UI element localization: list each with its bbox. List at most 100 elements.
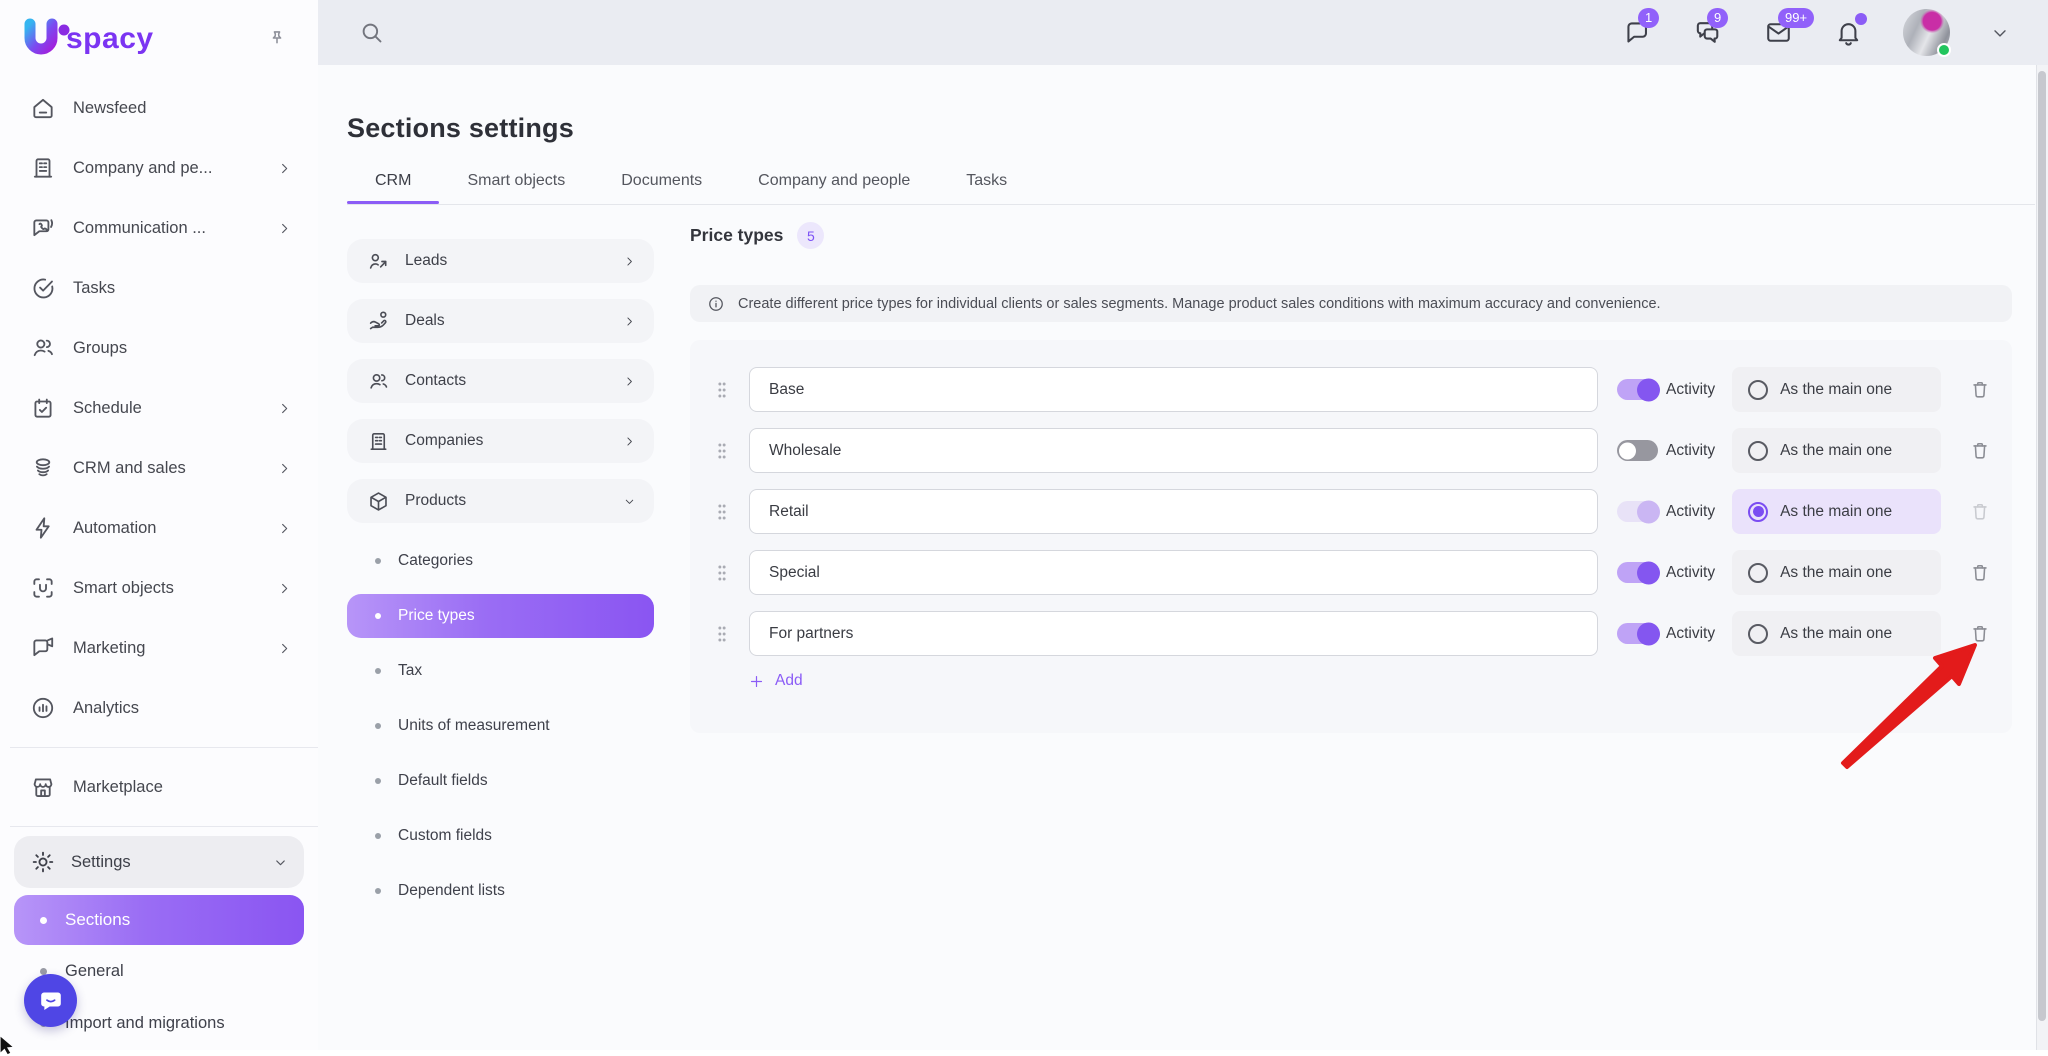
tab-tasks[interactable]: Tasks bbox=[938, 158, 1035, 204]
sidebar-item-smart-objects[interactable]: Smart objects bbox=[0, 558, 318, 618]
activity-toggle[interactable] bbox=[1617, 501, 1658, 522]
mail-icon[interactable]: 99+ bbox=[1763, 18, 1794, 47]
scrollbar-track[interactable] bbox=[2036, 65, 2048, 1050]
building-icon bbox=[30, 155, 56, 181]
subnav-cards: Leads Deals Contacts Companies Products bbox=[347, 239, 654, 523]
sidebar-item-company-and-pe[interactable]: Company and pe... bbox=[0, 138, 318, 198]
activity-label: Activity bbox=[1666, 625, 1715, 643]
subnav-card-products[interactable]: Products bbox=[347, 479, 654, 523]
price-type-row-retail: Activity As the main one bbox=[690, 489, 2012, 534]
chevron-right-icon bbox=[623, 435, 636, 448]
bell-icon[interactable] bbox=[1834, 18, 1863, 47]
as-main-option[interactable]: As the main one bbox=[1732, 367, 1941, 412]
drag-handle-icon[interactable] bbox=[716, 500, 728, 524]
bullet-icon bbox=[40, 917, 47, 924]
scrollbar-thumb[interactable] bbox=[2038, 71, 2046, 1021]
as-main-label: As the main one bbox=[1780, 442, 1892, 460]
chat-badge: 1 bbox=[1638, 8, 1659, 28]
sidebar-item-newsfeed[interactable]: Newsfeed bbox=[0, 78, 318, 138]
delete-icon[interactable] bbox=[1969, 622, 1991, 645]
tab-label: Documents bbox=[621, 172, 702, 190]
subnav-item-dependent-lists[interactable]: Dependent lists bbox=[347, 869, 654, 913]
team-chat-icon[interactable]: 9 bbox=[1692, 18, 1723, 47]
as-main-option[interactable]: As the main one bbox=[1732, 550, 1941, 595]
bullet-icon bbox=[375, 723, 381, 729]
price-type-row-base: ActivityAs the main one bbox=[690, 367, 2012, 412]
sidebar-item-tasks[interactable]: Tasks bbox=[0, 258, 318, 318]
sidebar-item-label: Newsfeed bbox=[73, 99, 146, 118]
profile-chevron-down-icon[interactable] bbox=[1990, 23, 2010, 43]
sidebar-item-analytics[interactable]: Analytics bbox=[0, 678, 318, 738]
tab-label: Smart objects bbox=[467, 172, 565, 190]
stack-icon bbox=[30, 455, 56, 481]
sidebar-item-schedule[interactable]: Schedule bbox=[0, 378, 318, 438]
sidebar-item-groups[interactable]: Groups bbox=[0, 318, 318, 378]
subnav-item-categories[interactable]: Categories bbox=[347, 539, 654, 583]
bullet-icon bbox=[375, 888, 381, 894]
delete-icon[interactable] bbox=[1969, 378, 1991, 401]
sidebar-item-crm-and-sales[interactable]: CRM and sales bbox=[0, 438, 318, 498]
sidebar-item-label: Tasks bbox=[73, 279, 115, 298]
radio-icon[interactable] bbox=[1748, 563, 1768, 583]
notification-dot bbox=[1855, 13, 1867, 25]
activity-toggle[interactable] bbox=[1617, 562, 1658, 583]
chat-icon[interactable]: 1 bbox=[1623, 18, 1652, 47]
radio-icon[interactable] bbox=[1748, 441, 1768, 461]
sidebar-secondary: Marketplace bbox=[0, 757, 318, 817]
activity-label: Activity bbox=[1666, 442, 1715, 460]
tab-smart-objects[interactable]: Smart objects bbox=[439, 158, 593, 204]
sidebar-item-settings[interactable]: Settings bbox=[14, 836, 304, 888]
radio-icon[interactable] bbox=[1748, 502, 1768, 522]
subnav-card-contacts[interactable]: Contacts bbox=[347, 359, 654, 403]
price-type-name-input[interactable] bbox=[749, 428, 1598, 473]
delete-icon[interactable] bbox=[1969, 561, 1991, 584]
drag-handle-icon[interactable] bbox=[716, 622, 728, 646]
price-type-name-input[interactable] bbox=[749, 489, 1598, 534]
activity-toggle[interactable] bbox=[1617, 623, 1658, 644]
sidebar-item-marketing[interactable]: Marketing bbox=[0, 618, 318, 678]
sidebar-item-automation[interactable]: Automation bbox=[0, 498, 318, 558]
subnav-item-units-of-measurement[interactable]: Units of measurement bbox=[347, 704, 654, 748]
activity-label: Activity bbox=[1666, 503, 1715, 521]
chevron-right-icon bbox=[277, 641, 292, 656]
search-icon[interactable] bbox=[358, 19, 385, 46]
as-main-option[interactable]: As the main one bbox=[1732, 428, 1941, 473]
as-main-option[interactable]: As the main one bbox=[1732, 611, 1941, 656]
subnav-card-deals[interactable]: Deals bbox=[347, 299, 654, 343]
uspacy-logo[interactable]: spacy bbox=[20, 17, 154, 61]
drag-handle-icon[interactable] bbox=[716, 561, 728, 585]
avatar[interactable] bbox=[1903, 9, 1950, 56]
sidebar-subitem-sections[interactable]: Sections bbox=[14, 895, 304, 945]
support-chat-fab[interactable] bbox=[24, 974, 77, 1027]
drag-handle-icon[interactable] bbox=[716, 439, 728, 463]
subnav-item-tax[interactable]: Tax bbox=[347, 649, 654, 693]
tab-crm[interactable]: CRM bbox=[347, 158, 439, 204]
price-type-name-input[interactable] bbox=[749, 550, 1598, 595]
toggle-knob bbox=[1637, 561, 1660, 584]
delete-icon[interactable] bbox=[1969, 439, 1991, 462]
radio-icon[interactable] bbox=[1748, 380, 1768, 400]
lead-icon bbox=[367, 250, 390, 273]
radio-icon[interactable] bbox=[1748, 624, 1768, 644]
subnav-card-leads[interactable]: Leads bbox=[347, 239, 654, 283]
subnav-item-price-types[interactable]: Price types bbox=[347, 594, 654, 638]
add-button[interactable]: Add bbox=[748, 672, 2012, 690]
sidebar-subitem-label: Import and migrations bbox=[65, 1014, 225, 1033]
subnav-item-custom-fields[interactable]: Custom fields bbox=[347, 814, 654, 858]
sidebar-item-marketplace[interactable]: Marketplace bbox=[0, 757, 318, 817]
activity-toggle[interactable] bbox=[1617, 379, 1658, 400]
pin-icon[interactable] bbox=[266, 28, 288, 50]
subnav-card-companies[interactable]: Companies bbox=[347, 419, 654, 463]
tab-documents[interactable]: Documents bbox=[593, 158, 730, 204]
as-main-option[interactable]: As the main one bbox=[1732, 489, 1941, 534]
tab-company-and-people[interactable]: Company and people bbox=[730, 158, 938, 204]
activity-toggle[interactable] bbox=[1617, 440, 1658, 461]
price-type-name-input[interactable] bbox=[749, 611, 1598, 656]
crm-subnav: Leads Deals Contacts Companies Products Cate… bbox=[347, 239, 654, 924]
sidebar-item-communication[interactable]: Communication ... bbox=[0, 198, 318, 258]
sidebar-item-label: Marketing bbox=[73, 639, 145, 658]
tab-label: Tasks bbox=[966, 172, 1007, 190]
price-type-name-input[interactable] bbox=[749, 367, 1598, 412]
subnav-item-default-fields[interactable]: Default fields bbox=[347, 759, 654, 803]
drag-handle-icon[interactable] bbox=[716, 378, 728, 402]
